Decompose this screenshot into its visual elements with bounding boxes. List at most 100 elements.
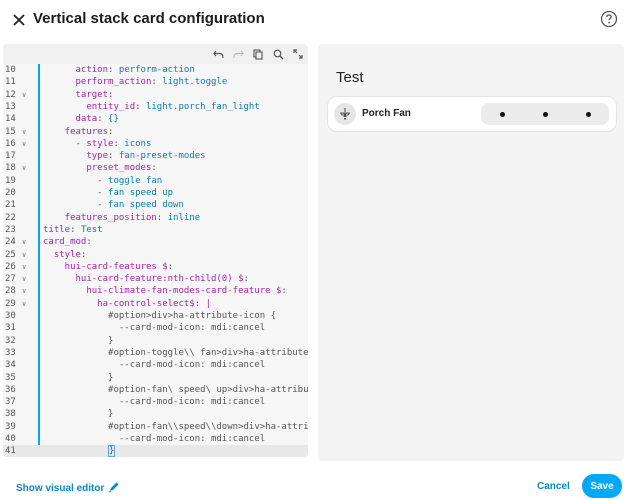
code-line[interactable]: 14 data: {} bbox=[3, 113, 308, 125]
line-number: 22 bbox=[5, 212, 16, 223]
show-visual-editor-button[interactable]: Show visual editor bbox=[16, 481, 120, 496]
fold-chevron-icon[interactable]: ∨ bbox=[22, 273, 26, 285]
code-line[interactable]: 16 ∨ - style: icons bbox=[3, 138, 308, 150]
close-icon[interactable] bbox=[8, 9, 30, 31]
help-circle-icon[interactable] bbox=[600, 10, 618, 28]
code-line[interactable]: 31 --card-mod-icon: mdi:cancel bbox=[3, 322, 308, 334]
code-line[interactable]: 10 action: perform-action bbox=[3, 64, 308, 76]
code-text: - fan speed down bbox=[43, 200, 184, 211]
code-line[interactable]: 28 ∨ hui-climate-fan-modes-card-feature $… bbox=[3, 285, 308, 297]
line-number: 37 bbox=[5, 397, 16, 408]
code-line[interactable]: 34 --card-mod-icon: mdi:cancel bbox=[3, 359, 308, 371]
yaml-editor[interactable]: 10 action: perform-action 11 perform_acti… bbox=[3, 44, 308, 457]
code-text: - toggle fan bbox=[43, 175, 163, 186]
code-line[interactable]: 21 - fan speed down bbox=[3, 199, 308, 211]
code-text: #option-fan\ speed\ up>div>ha-attribute-… bbox=[43, 384, 308, 395]
code-text: hui-card-feature:nth-child(0) $: bbox=[43, 274, 249, 285]
code-line[interactable]: 33 #option-toggle\\ fan>div>ha-attribute… bbox=[3, 347, 308, 359]
line-number: 34 bbox=[5, 360, 16, 371]
redo-icon[interactable] bbox=[231, 47, 245, 61]
cancel-button[interactable]: Cancel bbox=[537, 481, 570, 492]
fold-chevron-icon[interactable]: ∨ bbox=[22, 249, 26, 261]
code-line[interactable]: 40 --card-mod-icon: mdi:cancel bbox=[3, 433, 308, 445]
code-text: type: fan-preset-modes bbox=[43, 151, 206, 162]
mode-dot-icon bbox=[585, 111, 591, 117]
line-number: 17 bbox=[5, 151, 16, 162]
line-number: 33 bbox=[5, 347, 16, 358]
code-line[interactable]: 11 perform_action: light.toggle bbox=[3, 76, 308, 88]
fold-chevron-icon[interactable]: ∨ bbox=[22, 261, 26, 273]
code-text: target: bbox=[43, 89, 114, 100]
line-number: 23 bbox=[5, 224, 16, 235]
line-number: 39 bbox=[5, 421, 16, 432]
show-visual-editor-label: Show visual editor bbox=[16, 483, 105, 494]
code-line[interactable]: 36 #option-fan\ speed\ up>div>ha-attribu… bbox=[3, 384, 308, 396]
code-line[interactable]: 17 type: fan-preset-modes bbox=[3, 150, 308, 162]
mode-option-toggle-fan[interactable] bbox=[481, 103, 523, 125]
code-text: --card-mod-icon: mdi:cancel bbox=[43, 360, 266, 371]
code-line[interactable]: 38 } bbox=[3, 408, 308, 420]
code-line[interactable]: 19 - toggle fan bbox=[3, 175, 308, 187]
code-line[interactable]: 15 ∨ features: bbox=[3, 126, 308, 138]
code-line[interactable]: 24 ∨ card_mod: bbox=[3, 236, 308, 248]
save-button[interactable]: Save bbox=[582, 474, 622, 498]
line-number: 32 bbox=[5, 335, 16, 346]
code-line[interactable]: 41 } bbox=[3, 445, 308, 457]
expand-icon[interactable] bbox=[291, 47, 305, 61]
code-text: data: {} bbox=[43, 114, 119, 125]
line-number: 36 bbox=[5, 384, 16, 395]
code-line[interactable]: 23 title: Test bbox=[3, 224, 308, 236]
fold-chevron-icon[interactable]: ∨ bbox=[22, 285, 26, 297]
mode-option-fan-speed-down[interactable] bbox=[567, 103, 609, 125]
line-number: 31 bbox=[5, 323, 16, 334]
mode-dot-icon bbox=[499, 111, 505, 117]
fold-chevron-icon[interactable]: ∨ bbox=[22, 138, 26, 150]
dialog-title: Vertical stack card configuration bbox=[33, 10, 265, 27]
code-line[interactable]: 27 ∨ hui-card-feature:nth-child(0) $: bbox=[3, 273, 308, 285]
code-text: - fan speed up bbox=[43, 188, 174, 198]
code-line[interactable]: 39 #option-fan\\speed\\down>div>ha-attri… bbox=[3, 421, 308, 433]
code-text: } bbox=[43, 372, 114, 383]
code-area[interactable]: 10 action: perform-action 11 perform_acti… bbox=[3, 64, 308, 457]
undo-icon[interactable] bbox=[211, 47, 225, 61]
code-line[interactable]: 12 ∨ target: bbox=[3, 89, 308, 101]
code-text: #option-fan\\speed\\down>div>ha-attribut… bbox=[43, 421, 308, 432]
line-number: 30 bbox=[5, 311, 16, 321]
code-line[interactable]: 32 } bbox=[3, 335, 308, 347]
code-text: card_mod: bbox=[43, 237, 92, 248]
search-icon[interactable] bbox=[271, 47, 285, 61]
mode-option-fan-speed-up[interactable] bbox=[524, 103, 566, 125]
card-preview: Test Porch Fan bbox=[318, 44, 624, 461]
ceiling-fan-icon[interactable] bbox=[334, 103, 356, 125]
code-line[interactable]: 20 - fan speed up bbox=[3, 187, 308, 199]
code-line[interactable]: 30 #option>div>ha-attribute-icon { bbox=[3, 310, 308, 322]
code-text: features_position: inline bbox=[43, 212, 201, 223]
line-number: 21 bbox=[5, 200, 16, 211]
code-text: perform_action: light.toggle bbox=[43, 77, 228, 88]
code-line[interactable]: 13 entity_id: light.porch_fan_light bbox=[3, 101, 308, 113]
editor-toolbar bbox=[3, 44, 308, 64]
code-line[interactable]: 25 ∨ style: bbox=[3, 249, 308, 261]
code-line[interactable]: 26 ∨ hui-card-features $: bbox=[3, 261, 308, 273]
code-text: title: Test bbox=[43, 224, 103, 235]
fan-entity-card[interactable]: Porch Fan bbox=[327, 96, 617, 132]
code-line[interactable]: 37 --card-mod-icon: mdi:cancel bbox=[3, 396, 308, 408]
line-number: 20 bbox=[5, 188, 16, 198]
preview-title: Test bbox=[336, 69, 364, 86]
fold-chevron-icon[interactable]: ∨ bbox=[22, 298, 26, 310]
code-line[interactable]: 29 ∨ ha-control-select$: | bbox=[3, 298, 308, 310]
line-number: 38 bbox=[5, 409, 16, 420]
fold-chevron-icon[interactable]: ∨ bbox=[22, 162, 26, 174]
code-text: #option-toggle\\ fan>div>ha-attribute-ic… bbox=[43, 347, 308, 358]
mode-dot-icon bbox=[542, 111, 548, 117]
code-line[interactable]: 22 features_position: inline bbox=[3, 212, 308, 224]
line-number: 19 bbox=[5, 175, 16, 186]
code-line[interactable]: 18 ∨ preset_modes: bbox=[3, 162, 308, 174]
line-number: 35 bbox=[5, 372, 16, 383]
fold-chevron-icon[interactable]: ∨ bbox=[22, 236, 26, 248]
line-number: 13 bbox=[5, 101, 16, 112]
fold-chevron-icon[interactable]: ∨ bbox=[22, 89, 26, 101]
copy-icon[interactable] bbox=[251, 47, 265, 61]
fold-chevron-icon[interactable]: ∨ bbox=[22, 126, 26, 138]
code-line[interactable]: 35 } bbox=[3, 372, 308, 384]
